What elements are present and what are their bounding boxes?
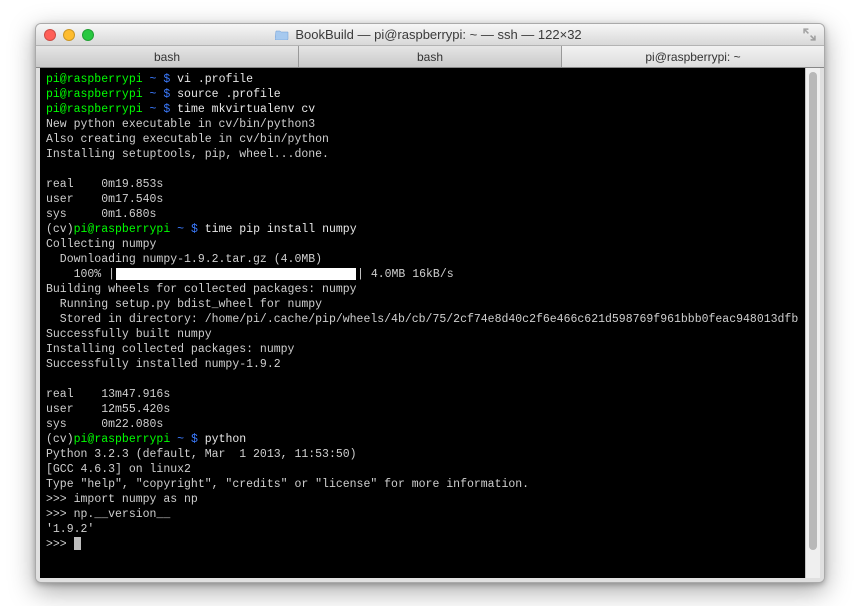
cmd: time mkvirtualenv cv [177, 103, 315, 116]
tab-bar: bash bash pi@raspberrypi: ~ [36, 46, 824, 68]
tab-bash-1[interactable]: bash [36, 46, 299, 67]
py-output: '1.9.2' [46, 523, 94, 536]
scrollbar-thumb[interactable] [809, 72, 817, 550]
tab-bash-2[interactable]: bash [299, 46, 562, 67]
output-line: sys 0m22.080s [46, 418, 163, 431]
window-title: BookBuild — pi@raspberrypi: ~ — ssh — 12… [54, 27, 803, 42]
py-cmd: np.__version__ [74, 508, 171, 521]
output-line: Installing collected packages: numpy [46, 343, 294, 356]
prompt-userhost: pi@raspberrypi [46, 73, 143, 86]
py-prompt: >>> [46, 538, 74, 551]
output-line: 100% | [46, 268, 115, 281]
tab-label: bash [417, 50, 443, 64]
folder-icon [275, 29, 289, 40]
prompt-path: ~ [177, 433, 184, 446]
prompt-userhost: pi@raspberrypi [46, 103, 143, 116]
titlebar[interactable]: BookBuild — pi@raspberrypi: ~ — ssh — 12… [36, 24, 824, 46]
prompt-userhost: pi@raspberrypi [74, 223, 171, 236]
prompt-userhost: pi@raspberrypi [46, 88, 143, 101]
prompt-sep: $ [191, 433, 198, 446]
output-line: [GCC 4.6.3] on linux2 [46, 463, 191, 476]
output-line: Downloading numpy-1.9.2.tar.gz (4.0MB) [46, 253, 322, 266]
output-line: Successfully installed numpy-1.9.2 [46, 358, 281, 371]
terminal[interactable]: pi@raspberrypi ~ $ vi .profile pi@raspbe… [40, 68, 805, 578]
cursor-icon [74, 537, 81, 550]
terminal-window: BookBuild — pi@raspberrypi: ~ — ssh — 12… [35, 23, 825, 583]
expand-icon[interactable] [803, 28, 816, 41]
output-line: Stored in directory: /home/pi/.cache/pip… [46, 313, 798, 326]
tab-ssh[interactable]: pi@raspberrypi: ~ [562, 46, 824, 67]
output-line: Collecting numpy [46, 238, 156, 251]
cmd: python [205, 433, 246, 446]
prompt-path: ~ [150, 103, 157, 116]
output-line: Installing setuptools, pip, wheel...done… [46, 148, 329, 161]
output-line: Running setup.py bdist_wheel for numpy [46, 298, 322, 311]
prompt-sep: $ [163, 103, 170, 116]
cmd: time pip install numpy [205, 223, 357, 236]
cmd: vi .profile [177, 73, 253, 86]
output-line: user 12m55.420s [46, 403, 170, 416]
output-line: real 0m19.853s [46, 178, 163, 191]
terminal-wrap: pi@raspberrypi ~ $ vi .profile pi@raspbe… [36, 68, 824, 582]
prompt-path: ~ [150, 73, 157, 86]
prompt-venv: (cv) [46, 223, 74, 236]
py-cmd: import numpy as np [74, 493, 198, 506]
window-title-text: BookBuild — pi@raspberrypi: ~ — ssh — 12… [295, 27, 581, 42]
output-line: | 4.0MB 16kB/s [357, 268, 454, 281]
output-line: real 13m47.916s [46, 388, 170, 401]
output-line: Successfully built numpy [46, 328, 212, 341]
py-prompt: >>> [46, 508, 74, 521]
cmd: source .profile [177, 88, 281, 101]
output-line: Also creating executable in cv/bin/pytho… [46, 133, 329, 146]
prompt-path: ~ [177, 223, 184, 236]
output-line: Type "help", "copyright", "credits" or "… [46, 478, 529, 491]
scrollbar[interactable] [805, 68, 820, 578]
output-line: sys 0m1.680s [46, 208, 156, 221]
prompt-venv: (cv) [46, 433, 74, 446]
prompt-sep: $ [163, 73, 170, 86]
py-prompt: >>> [46, 493, 74, 506]
tab-label: bash [154, 50, 180, 64]
progress-bar [116, 268, 356, 280]
prompt-userhost: pi@raspberrypi [74, 433, 171, 446]
output-line: Python 3.2.3 (default, Mar 1 2013, 11:53… [46, 448, 357, 461]
output-line: New python executable in cv/bin/python3 [46, 118, 315, 131]
prompt-sep: $ [191, 223, 198, 236]
output-line: Building wheels for collected packages: … [46, 283, 357, 296]
prompt-sep: $ [163, 88, 170, 101]
tab-label: pi@raspberrypi: ~ [645, 50, 740, 64]
output-line: user 0m17.540s [46, 193, 163, 206]
prompt-path: ~ [150, 88, 157, 101]
